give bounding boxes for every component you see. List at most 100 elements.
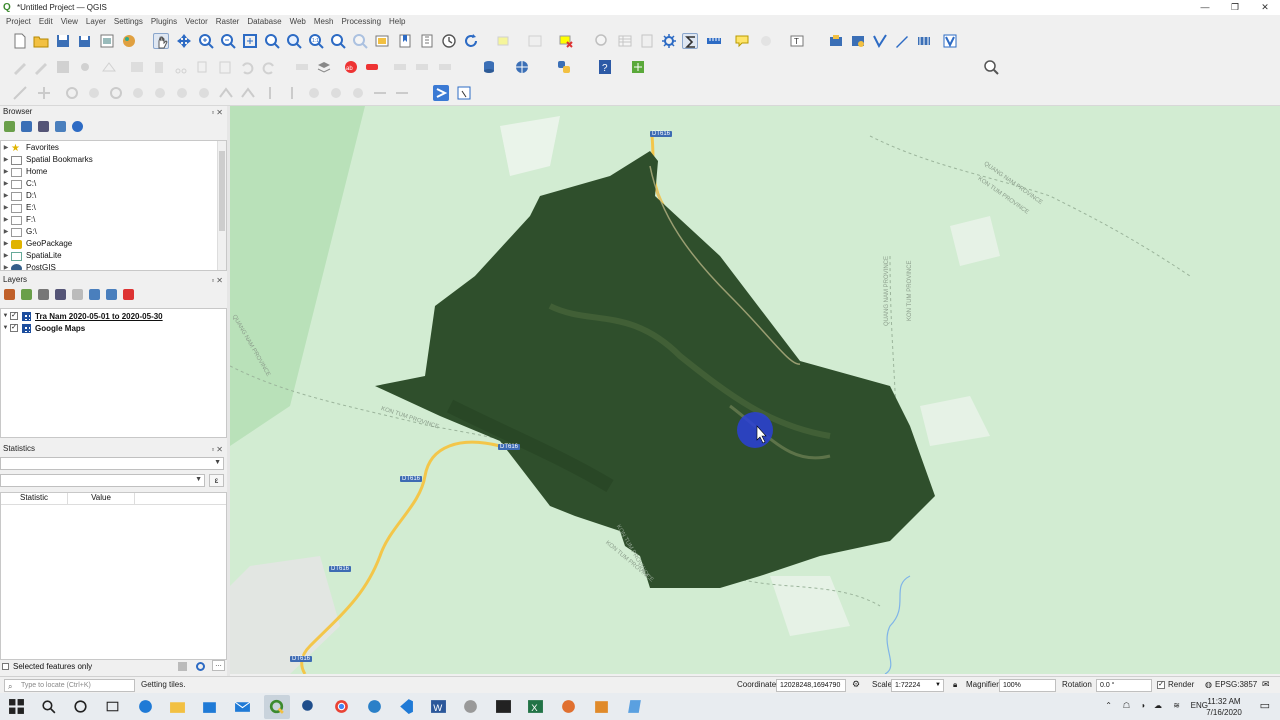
mail-icon[interactable] bbox=[234, 698, 251, 715]
temporal-controller-icon[interactable] bbox=[441, 33, 457, 49]
map-canvas[interactable]: DT616 DT616 DT616 DT616 DT616 QUANG NAM … bbox=[230, 106, 1280, 674]
render-checkbox[interactable]: ✓ bbox=[1157, 681, 1165, 689]
file-explorer-icon[interactable] bbox=[169, 698, 186, 715]
zoom-in-icon[interactable] bbox=[198, 33, 214, 49]
minimize-button[interactable]: — bbox=[1190, 0, 1220, 15]
dock-close-icon[interactable]: ▫✕ bbox=[211, 275, 225, 287]
expand-arrow-icon[interactable]: ▼ bbox=[1, 325, 10, 331]
select-by-value-icon[interactable] bbox=[527, 33, 543, 49]
magnifier-input[interactable]: 100% bbox=[999, 679, 1056, 692]
delete-selected-icon[interactable] bbox=[151, 59, 167, 75]
lock-scale-icon[interactable]: 🔒︎ bbox=[953, 680, 957, 690]
new-project-icon[interactable] bbox=[12, 33, 28, 49]
expand-all-icon[interactable] bbox=[89, 288, 100, 300]
menu-edit[interactable]: Edit bbox=[39, 17, 53, 26]
menu-processing[interactable]: Processing bbox=[341, 17, 381, 26]
plugin-green-icon[interactable] bbox=[630, 59, 646, 75]
expand-arrow-icon[interactable]: ▶ bbox=[1, 166, 11, 178]
menu-view[interactable]: View bbox=[61, 17, 78, 26]
restore-button[interactable]: ❐ bbox=[1220, 0, 1250, 15]
expand-arrow-icon[interactable]: ▶ bbox=[1, 202, 11, 214]
collapse-all-layers-icon[interactable] bbox=[106, 288, 117, 300]
zoom-full-icon[interactable] bbox=[242, 33, 258, 49]
info-icon[interactable] bbox=[72, 120, 83, 132]
volume-icon[interactable]: ◗ bbox=[1141, 701, 1146, 710]
open-project-icon[interactable] bbox=[33, 33, 49, 49]
print-layout-icon[interactable] bbox=[99, 33, 115, 49]
expand-arrow-icon[interactable]: ▶ bbox=[1, 250, 11, 262]
chrome-icon[interactable] bbox=[333, 698, 350, 715]
add-feature-icon[interactable] bbox=[77, 59, 93, 75]
current-edits-icon[interactable] bbox=[12, 59, 28, 75]
add-ring-icon[interactable] bbox=[108, 85, 124, 101]
processing-toolbox-icon[interactable] bbox=[661, 33, 677, 49]
excel-icon[interactable]: X bbox=[527, 698, 544, 715]
menu-mesh[interactable]: Mesh bbox=[314, 17, 334, 26]
map-tips-icon[interactable] bbox=[734, 33, 750, 49]
offset-curve-icon[interactable] bbox=[240, 85, 256, 101]
identify-features-icon[interactable] bbox=[594, 33, 610, 49]
reverse-line-icon[interactable] bbox=[394, 85, 410, 101]
select-features-icon[interactable] bbox=[496, 33, 512, 49]
move-feature-icon[interactable] bbox=[36, 85, 52, 101]
layer-visibility-checkbox[interactable]: ✓ bbox=[10, 324, 18, 332]
notifications-icon[interactable]: ▭ bbox=[1260, 699, 1270, 712]
layer-labeling-icon[interactable] bbox=[316, 59, 332, 75]
copy-statistics-icon[interactable] bbox=[178, 662, 187, 671]
trim-extend-icon[interactable] bbox=[372, 85, 388, 101]
browser-item[interactable]: ▶ F:\ bbox=[1, 214, 226, 226]
browser-item[interactable]: ▶ E:\ bbox=[1, 202, 226, 214]
filter-expression-icon[interactable] bbox=[72, 288, 83, 300]
add-part-icon[interactable] bbox=[130, 85, 146, 101]
dock-close-icon[interactable]: ▫✕ bbox=[211, 107, 225, 119]
reshape-icon[interactable] bbox=[218, 85, 234, 101]
layer-style-icon[interactable] bbox=[4, 288, 15, 300]
browser-item[interactable]: ▶ SpatiaLite bbox=[1, 250, 226, 262]
column-header-value[interactable]: Value bbox=[68, 493, 135, 504]
expand-arrow-icon[interactable]: ▶ bbox=[1, 226, 11, 238]
help-contents-icon[interactable]: ? bbox=[597, 59, 613, 75]
messenger-icon[interactable] bbox=[366, 698, 383, 715]
menu-web[interactable]: Web bbox=[290, 17, 306, 26]
refresh-browser-icon[interactable] bbox=[21, 120, 32, 132]
rotation-input[interactable]: 0.0 ° bbox=[1096, 679, 1152, 692]
attribute-table-icon[interactable] bbox=[617, 33, 633, 49]
layer-row[interactable]: ▼ ✓ Tra Nam 2020-05-01 to 2020-05-30 bbox=[1, 310, 226, 322]
plugin-cursor-icon[interactable] bbox=[456, 85, 472, 101]
zoom-native-icon[interactable]: 1:1 bbox=[308, 33, 324, 49]
clock[interactable]: 11:32 AM 7/16/2020 bbox=[1204, 696, 1244, 718]
merge-attributes-icon[interactable] bbox=[328, 85, 344, 101]
browser-scrollbar[interactable] bbox=[217, 141, 226, 270]
search-icon[interactable] bbox=[40, 698, 57, 715]
locator-input[interactable]: ⌕ Type to locate (Ctrl+K) bbox=[4, 679, 135, 692]
app-icon[interactable] bbox=[462, 698, 479, 715]
save-project-icon[interactable] bbox=[55, 33, 71, 49]
locator-search-icon[interactable] bbox=[983, 59, 999, 75]
browser-item[interactable]: ▶ G:\ bbox=[1, 226, 226, 238]
selected-only-checkbox[interactable] bbox=[2, 663, 9, 670]
statistics-layer-select[interactable]: ▼ bbox=[0, 457, 224, 470]
expand-arrow-icon[interactable]: ▼ bbox=[1, 313, 10, 319]
edge-browser-icon[interactable] bbox=[137, 698, 154, 715]
toggle-extents-icon[interactable]: ⚙ bbox=[852, 679, 860, 690]
undo-icon[interactable] bbox=[239, 59, 255, 75]
add-group-icon[interactable] bbox=[21, 288, 32, 300]
layer-visibility-checkbox[interactable]: ✓ bbox=[10, 312, 18, 320]
save-edits-icon[interactable] bbox=[55, 59, 71, 75]
zoom-last-icon[interactable] bbox=[330, 33, 346, 49]
menu-settings[interactable]: Settings bbox=[114, 17, 143, 26]
metasearch-icon[interactable] bbox=[514, 59, 530, 75]
browser-item[interactable]: ▶ C:\ bbox=[1, 178, 226, 190]
onedrive-icon[interactable]: ☁ bbox=[1154, 701, 1162, 710]
notes-icon[interactable] bbox=[626, 698, 643, 715]
pan-hand-icon[interactable] bbox=[153, 33, 169, 49]
pan-to-selection-icon[interactable] bbox=[176, 33, 192, 49]
column-header-statistic[interactable]: Statistic bbox=[1, 493, 68, 504]
store-icon[interactable] bbox=[201, 698, 218, 715]
menu-database[interactable]: Database bbox=[247, 17, 281, 26]
search-app-icon[interactable] bbox=[300, 698, 317, 715]
expand-arrow-icon[interactable]: ▶ bbox=[1, 238, 11, 250]
plugin-blue-icon[interactable] bbox=[433, 85, 449, 101]
folder-icon[interactable] bbox=[593, 698, 610, 715]
label-move-icon[interactable] bbox=[392, 59, 408, 75]
